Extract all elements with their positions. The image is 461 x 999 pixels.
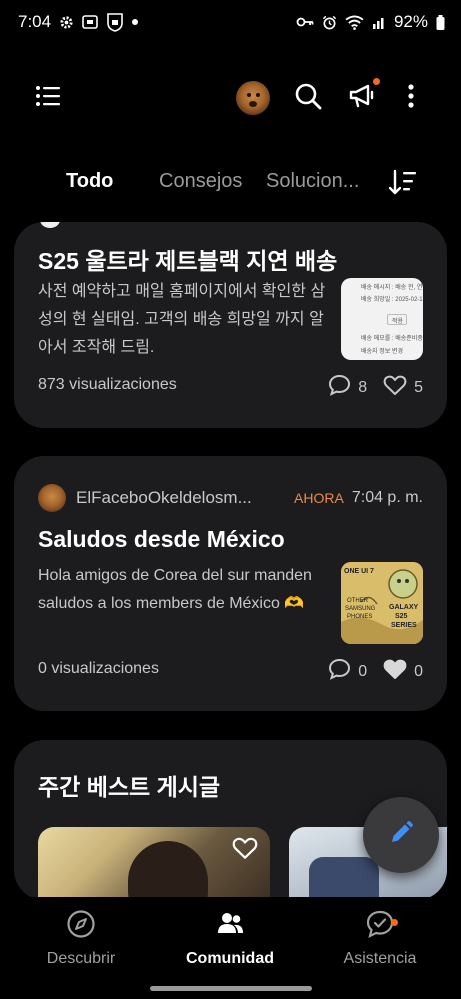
wifi-icon bbox=[345, 14, 364, 30]
nav-label: Asistencia bbox=[343, 950, 417, 967]
megaphone-icon bbox=[348, 83, 376, 114]
announcements-button[interactable] bbox=[334, 70, 390, 126]
post-card[interactable]: ElFaceboOkeldelosm... AHORA 7:04 p. m. S… bbox=[14, 456, 447, 711]
nav-label: Comunidad bbox=[186, 950, 274, 967]
vpn-shield-icon bbox=[106, 12, 124, 32]
category-tabs: Todo Consejos Solucion... bbox=[0, 160, 461, 204]
meme-text: SERIES bbox=[391, 622, 417, 629]
comment-bubble-icon bbox=[328, 658, 351, 685]
menu-list-icon bbox=[35, 85, 61, 112]
author-avatar[interactable] bbox=[38, 484, 66, 512]
post-views: 873 visualizaciones bbox=[38, 376, 177, 393]
menu-button[interactable] bbox=[20, 70, 76, 126]
meme-text: OTHER bbox=[347, 598, 368, 604]
post-title: S25 울트라 제트블랙 지연 배송 bbox=[38, 248, 338, 274]
support-badge-dot bbox=[391, 919, 398, 926]
post-card[interactable]: S25 울트라 제트블랙 지연 배송 사전 예약하고 매일 홈페이지에서 확인한… bbox=[14, 222, 447, 428]
comments-stat[interactable]: 8 bbox=[328, 374, 367, 401]
thumb-line: 배송 메모를 : 배송준비중 bbox=[361, 336, 423, 342]
meme-text: GALAXY bbox=[389, 604, 419, 611]
compass-icon bbox=[66, 909, 96, 944]
post-thumbnail[interactable]: ONE UI 7 OTHER SAMSUNG PHONES GALAXY S25… bbox=[341, 562, 423, 644]
likes-count: 5 bbox=[414, 378, 423, 396]
meme-text: S25 bbox=[395, 613, 408, 620]
author-name[interactable]: ElFaceboOkeldelosm... bbox=[76, 488, 276, 508]
meme-text: ONE UI 7 bbox=[344, 568, 374, 575]
comment-bubble-icon bbox=[328, 374, 351, 401]
status-time: 7:04 bbox=[18, 12, 52, 31]
sort-button[interactable] bbox=[388, 168, 418, 201]
heart-outline-icon[interactable] bbox=[232, 837, 258, 865]
compose-post-button[interactable] bbox=[363, 797, 439, 873]
post-body: Hola amigos de Corea del sur manden salu… bbox=[38, 567, 312, 612]
nav-descubrir[interactable]: Descubrir bbox=[11, 909, 151, 968]
status-bar: 7:04 92% bbox=[0, 0, 461, 44]
meme-text: SAMSUNG bbox=[345, 606, 376, 612]
post-stats: 0 0 bbox=[320, 658, 423, 685]
heart-filled-icon bbox=[383, 659, 407, 685]
more-vertical-icon bbox=[408, 83, 414, 113]
meme-text: PHONES bbox=[347, 614, 373, 620]
battery-icon bbox=[436, 14, 445, 30]
thumb-line: 배송 메시지 : 배송 전, 연락 bbox=[361, 285, 423, 291]
phone-photo bbox=[309, 857, 379, 900]
likes-count: 0 bbox=[414, 662, 423, 680]
screenshot-icon bbox=[82, 15, 98, 29]
sort-icon bbox=[388, 169, 418, 200]
post-body: 사전 예약하고 매일 홈페이지에서 확인한 삼성의 현 실태임. 고객의 배송 … bbox=[38, 283, 326, 356]
bottom-navigation: Descubrir Comunidad Asistencia bbox=[0, 897, 461, 977]
thumb-line: 적용 bbox=[392, 319, 404, 325]
nav-asistencia[interactable]: Asistencia bbox=[310, 909, 450, 968]
comments-stat[interactable]: 0 bbox=[328, 658, 367, 685]
pencil-icon bbox=[388, 820, 414, 851]
profile-button[interactable] bbox=[225, 70, 281, 126]
thumb-line: 배송지 정보 변경 bbox=[361, 349, 403, 355]
notification-dot-icon bbox=[132, 19, 139, 25]
announcements-badge-dot bbox=[373, 78, 380, 85]
search-icon bbox=[294, 82, 322, 115]
status-left: 7:04 bbox=[18, 12, 139, 32]
thumb-line: 배송 희망일 : 2025-02-17 bbox=[361, 297, 423, 303]
author-row: ElFaceboOkeldelosm... AHORA 7:04 p. m. bbox=[38, 484, 423, 512]
weekly-best-title: 주간 베스트 게시글 bbox=[38, 774, 221, 800]
tab-todo[interactable]: Todo bbox=[66, 170, 113, 193]
nav-comunidad[interactable]: Comunidad bbox=[160, 909, 300, 968]
author-avatar-partial bbox=[40, 222, 60, 228]
tab-soluciones[interactable]: Solucion... bbox=[266, 170, 359, 193]
more-options-button[interactable] bbox=[383, 70, 439, 126]
post-stats: 8 5 bbox=[320, 374, 423, 401]
post-thumbnail[interactable]: 배송 메시지 : 배송 전, 연락 배송 희망일 : 2025-02-17 적용… bbox=[341, 278, 423, 360]
signal-icon bbox=[372, 15, 386, 29]
comments-count: 0 bbox=[358, 662, 368, 680]
app-header bbox=[0, 70, 461, 126]
comments-count: 8 bbox=[358, 378, 368, 396]
weekly-post-image[interactable] bbox=[38, 827, 270, 900]
likes-stat[interactable]: 5 bbox=[383, 375, 423, 401]
post-time: 7:04 p. m. bbox=[351, 489, 423, 506]
key-icon bbox=[296, 16, 314, 28]
post-views: 0 visualizaciones bbox=[38, 660, 159, 677]
new-badge: AHORA bbox=[294, 490, 344, 506]
search-button[interactable] bbox=[280, 70, 336, 126]
post-title: Saludos desde México bbox=[38, 526, 285, 552]
support-icon bbox=[365, 909, 395, 944]
home-indicator[interactable] bbox=[150, 986, 312, 991]
tab-consejos[interactable]: Consejos bbox=[159, 170, 242, 193]
battery-percent: 92% bbox=[393, 12, 428, 31]
status-right: 92% bbox=[296, 12, 445, 32]
alarm-icon bbox=[322, 15, 337, 30]
community-icon bbox=[215, 909, 245, 944]
likes-stat[interactable]: 0 bbox=[383, 659, 423, 685]
nav-label: Descubrir bbox=[46, 950, 116, 967]
settings-gear-icon bbox=[59, 15, 74, 30]
person-photo bbox=[128, 841, 208, 900]
heart-outline-icon bbox=[383, 375, 407, 401]
dog-avatar bbox=[236, 81, 270, 115]
